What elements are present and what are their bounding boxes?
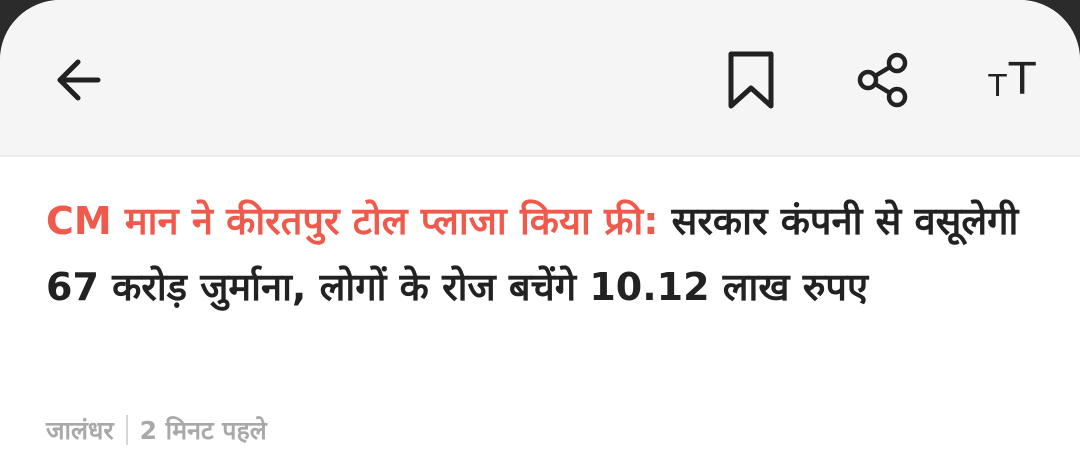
top-toolbar: T T [0, 0, 1080, 157]
headline-highlight: CM मान ने कीरतपुर टोल प्लाजा किया फ्री: [46, 199, 659, 243]
meta-divider [125, 415, 128, 445]
article-meta: जालंधर 2 मिनट पहले [46, 413, 267, 447]
font-size-icon-small-t: T [988, 69, 1007, 104]
font-size-icon: T T [988, 58, 1035, 102]
bookmark-icon [728, 51, 774, 109]
font-size-icon-big-t: T [1008, 54, 1036, 105]
share-icon [857, 52, 908, 108]
bookmark-button[interactable] [713, 42, 789, 118]
font-size-button[interactable]: T T [972, 42, 1052, 118]
article-header: CM मान ने कीरतपुर टोल प्लाजा किया फ्री: … [46, 188, 1046, 320]
article-time: 2 मिनट पहले [139, 416, 267, 445]
back-button[interactable] [40, 42, 116, 118]
share-button[interactable] [845, 42, 921, 118]
article-screen: T T CM मान ने कीरतपुर टोल प्लाजा किया फ्… [0, 0, 1080, 465]
arrow-left-icon [57, 59, 101, 101]
article-location: जालंधर [46, 416, 114, 445]
article-headline[interactable]: CM मान ने कीरतपुर टोल प्लाजा किया फ्री: … [46, 188, 1046, 320]
